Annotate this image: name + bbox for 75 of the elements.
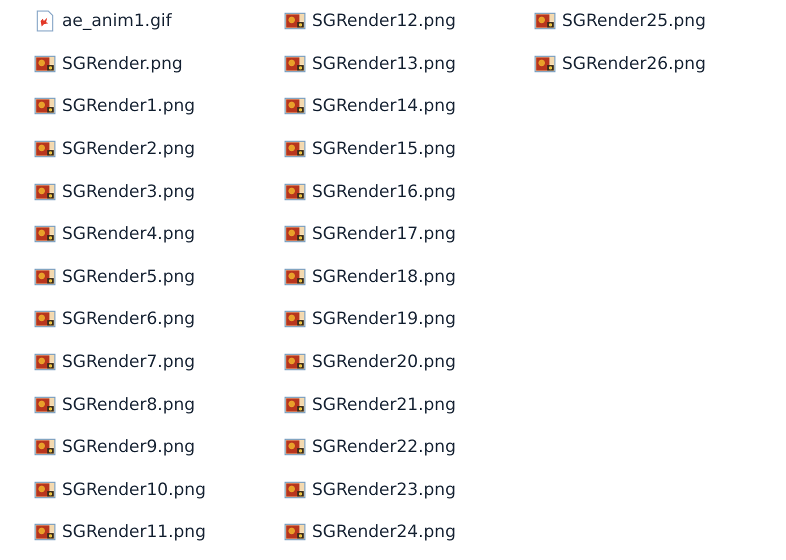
file-name: SGRender7.png <box>62 352 196 372</box>
file-item[interactable]: SGRender5.png <box>34 266 196 288</box>
file-name: SGRender19.png <box>312 309 456 330</box>
image-file-icon <box>34 521 56 544</box>
file-item[interactable]: SGRender25.png <box>534 10 706 32</box>
file-item[interactable]: SGRender4.png <box>34 223 196 246</box>
file-item[interactable]: SGRender16.png <box>284 180 456 203</box>
image-file-icon <box>534 10 556 32</box>
file-name: SGRender12.png <box>312 11 456 32</box>
file-item[interactable]: SGRender23.png <box>284 478 456 501</box>
file-name: SGRender18.png <box>312 266 456 287</box>
image-file-icon <box>34 223 56 246</box>
image-file-icon <box>284 10 306 32</box>
image-file-icon <box>34 436 56 458</box>
file-item[interactable]: SGRender10.png <box>34 478 206 501</box>
file-item[interactable]: SGRender3.png <box>34 180 196 203</box>
file-item[interactable]: SGRender17.png <box>284 223 456 246</box>
file-name: SGRender26.png <box>562 54 706 74</box>
image-file-icon <box>284 223 306 246</box>
image-file-icon <box>34 138 56 160</box>
file-name: SGRender21.png <box>312 394 456 415</box>
image-file-icon <box>284 95 306 118</box>
image-file-icon <box>284 138 306 160</box>
file-item[interactable]: SGRender12.png <box>284 10 456 32</box>
file-item[interactable]: SGRender19.png <box>284 308 456 330</box>
file-item[interactable]: SGRender15.png <box>284 138 456 160</box>
file-name: SGRender8.png <box>62 394 196 415</box>
file-name: SGRender.png <box>62 54 183 74</box>
file-name: SGRender16.png <box>312 182 456 202</box>
file-name: SGRender15.png <box>312 139 456 160</box>
file-name: SGRender10.png <box>62 480 206 500</box>
image-file-icon <box>34 10 56 32</box>
file-name: SGRender24.png <box>312 522 456 542</box>
image-file-icon <box>34 95 56 118</box>
file-name: SGRender22.png <box>312 437 456 458</box>
file-name: SGRender5.png <box>62 266 196 287</box>
file-name: SGRender4.png <box>62 224 196 244</box>
file-name: SGRender2.png <box>62 139 196 160</box>
image-file-icon <box>34 394 56 416</box>
image-file-icon <box>34 308 56 330</box>
file-item[interactable]: SGRender13.png <box>284 52 456 75</box>
file-name: SGRender9.png <box>62 437 196 458</box>
file-item[interactable]: SGRender21.png <box>284 394 456 416</box>
file-item[interactable]: SGRender18.png <box>284 266 456 288</box>
file-name: SGRender17.png <box>312 224 456 244</box>
file-name: ae_anim1.gif <box>62 11 172 32</box>
file-item[interactable]: SGRender7.png <box>34 351 196 374</box>
file-item[interactable]: SGRender6.png <box>34 308 196 330</box>
file-name: SGRender23.png <box>312 480 456 500</box>
image-file-icon <box>284 308 306 330</box>
image-file-icon <box>284 436 306 458</box>
image-file-icon <box>284 394 306 416</box>
file-name: SGRender14.png <box>312 96 456 116</box>
file-item[interactable]: SGRender2.png <box>34 138 196 160</box>
file-item[interactable]: SGRender24.png <box>284 521 456 544</box>
file-name: SGRender6.png <box>62 309 196 330</box>
file-name: SGRender20.png <box>312 352 456 372</box>
file-item[interactable]: SGRender1.png <box>34 95 196 118</box>
file-item[interactable]: SGRender22.png <box>284 436 456 458</box>
file-item[interactable]: SGRender9.png <box>34 436 196 458</box>
file-item[interactable]: SGRender14.png <box>284 95 456 118</box>
image-file-icon <box>34 351 56 374</box>
file-name: SGRender11.png <box>62 522 206 542</box>
file-item[interactable]: SGRender11.png <box>34 521 206 544</box>
file-item[interactable]: ae_anim1.gif <box>34 10 172 32</box>
file-name: SGRender25.png <box>562 11 706 32</box>
file-name: SGRender1.png <box>62 96 196 116</box>
file-item[interactable]: SGRender20.png <box>284 351 456 374</box>
file-name: SGRender3.png <box>62 182 196 202</box>
file-item[interactable]: SGRender26.png <box>534 52 706 75</box>
image-file-icon <box>284 521 306 544</box>
file-name: SGRender13.png <box>312 54 456 74</box>
file-item[interactable]: SGRender.png <box>34 52 183 75</box>
image-file-icon <box>284 351 306 374</box>
file-item[interactable]: SGRender8.png <box>34 394 196 416</box>
